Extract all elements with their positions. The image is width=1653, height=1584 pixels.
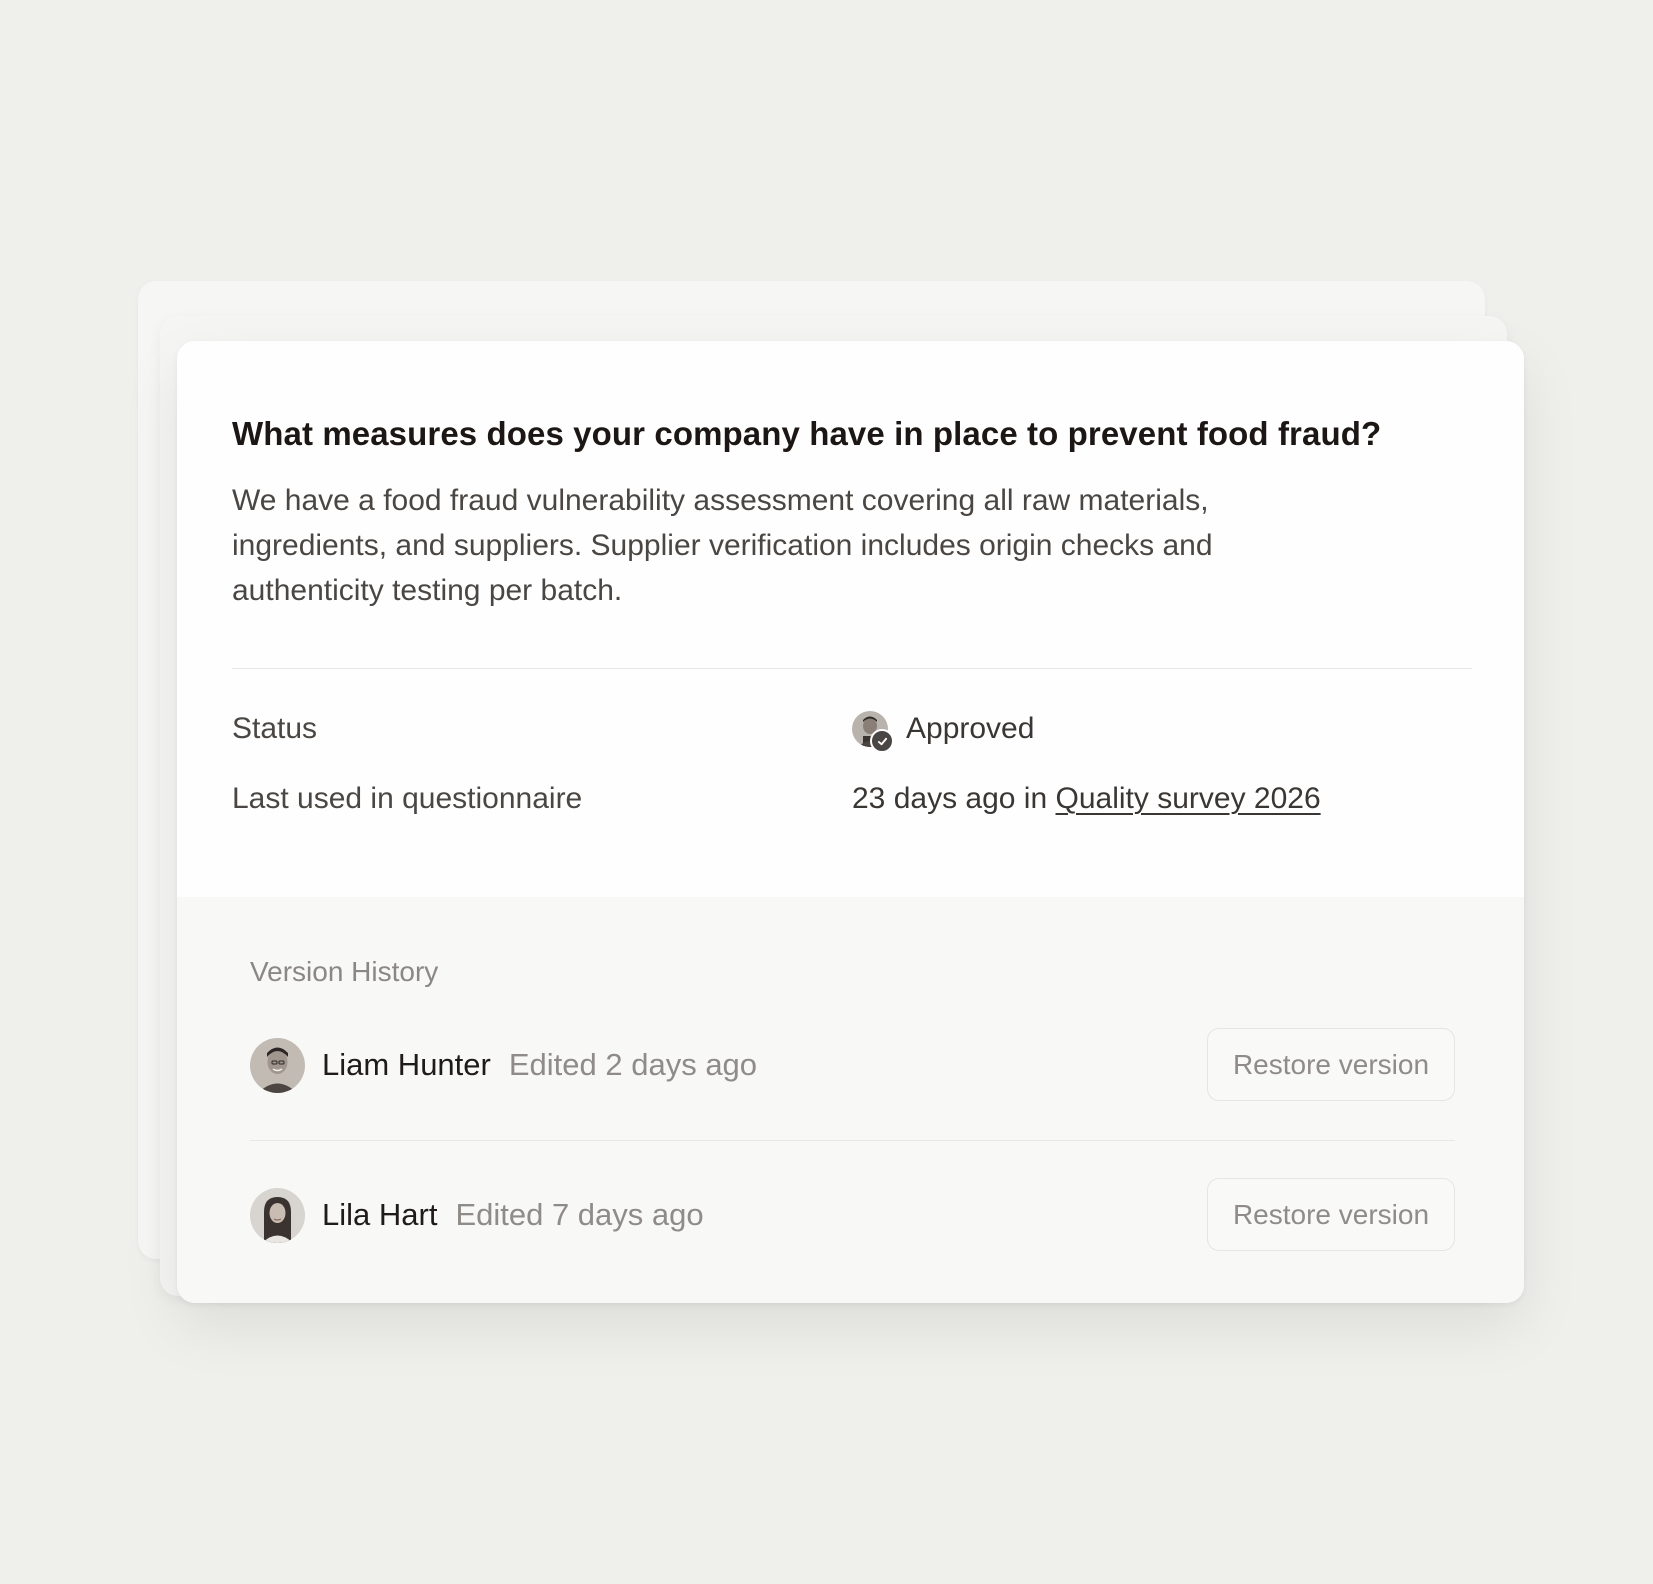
avatar <box>250 1038 305 1093</box>
last-used-prefix: 23 days ago in <box>852 782 1048 815</box>
answer-text: We have a food fraud vulnerability asses… <box>232 484 1213 607</box>
last-used-value: 23 days ago in Quality survey 2026 <box>852 781 1321 817</box>
restore-version-button[interactable]: Restore version <box>1207 1178 1455 1251</box>
editor-info: Lila Hart Edited 7 days ago <box>322 1197 704 1233</box>
editor-name: Lila Hart <box>322 1197 438 1232</box>
divider <box>232 668 1472 669</box>
divider <box>250 1140 1455 1141</box>
avatar <box>250 1188 305 1243</box>
approver-avatar <box>852 711 894 753</box>
version-history-row: Liam Hunter Edited 2 days ago Restore ver… <box>250 1028 1455 1103</box>
editor-info: Liam Hunter Edited 2 days ago <box>322 1047 757 1083</box>
last-used-label: Last used in questionnaire <box>232 782 583 815</box>
question-title: What measures does your company have in … <box>232 415 1382 452</box>
status-label: Status <box>232 712 318 745</box>
editor-name: Liam Hunter <box>322 1047 491 1082</box>
status-text: Approved <box>906 712 1035 745</box>
questionnaire-link[interactable]: Quality survey 2026 <box>1056 782 1321 815</box>
restore-version-button[interactable]: Restore version <box>1207 1028 1455 1101</box>
edited-timestamp: Edited 7 days ago <box>455 1197 704 1232</box>
edited-timestamp: Edited 2 days ago <box>508 1047 758 1082</box>
version-history-row: Lila Hart Edited 7 days ago Restore versi… <box>250 1178 1455 1253</box>
status-value: Approved <box>852 711 1035 753</box>
check-icon <box>870 729 894 753</box>
answer-details: What measures does your company have in … <box>177 341 1524 897</box>
answer-card: What measures does your company have in … <box>177 341 1524 1303</box>
version-history-panel: Version History Liam Hunter Edited 2 days… <box>177 897 1524 1303</box>
version-history-title: Version History <box>250 956 439 987</box>
